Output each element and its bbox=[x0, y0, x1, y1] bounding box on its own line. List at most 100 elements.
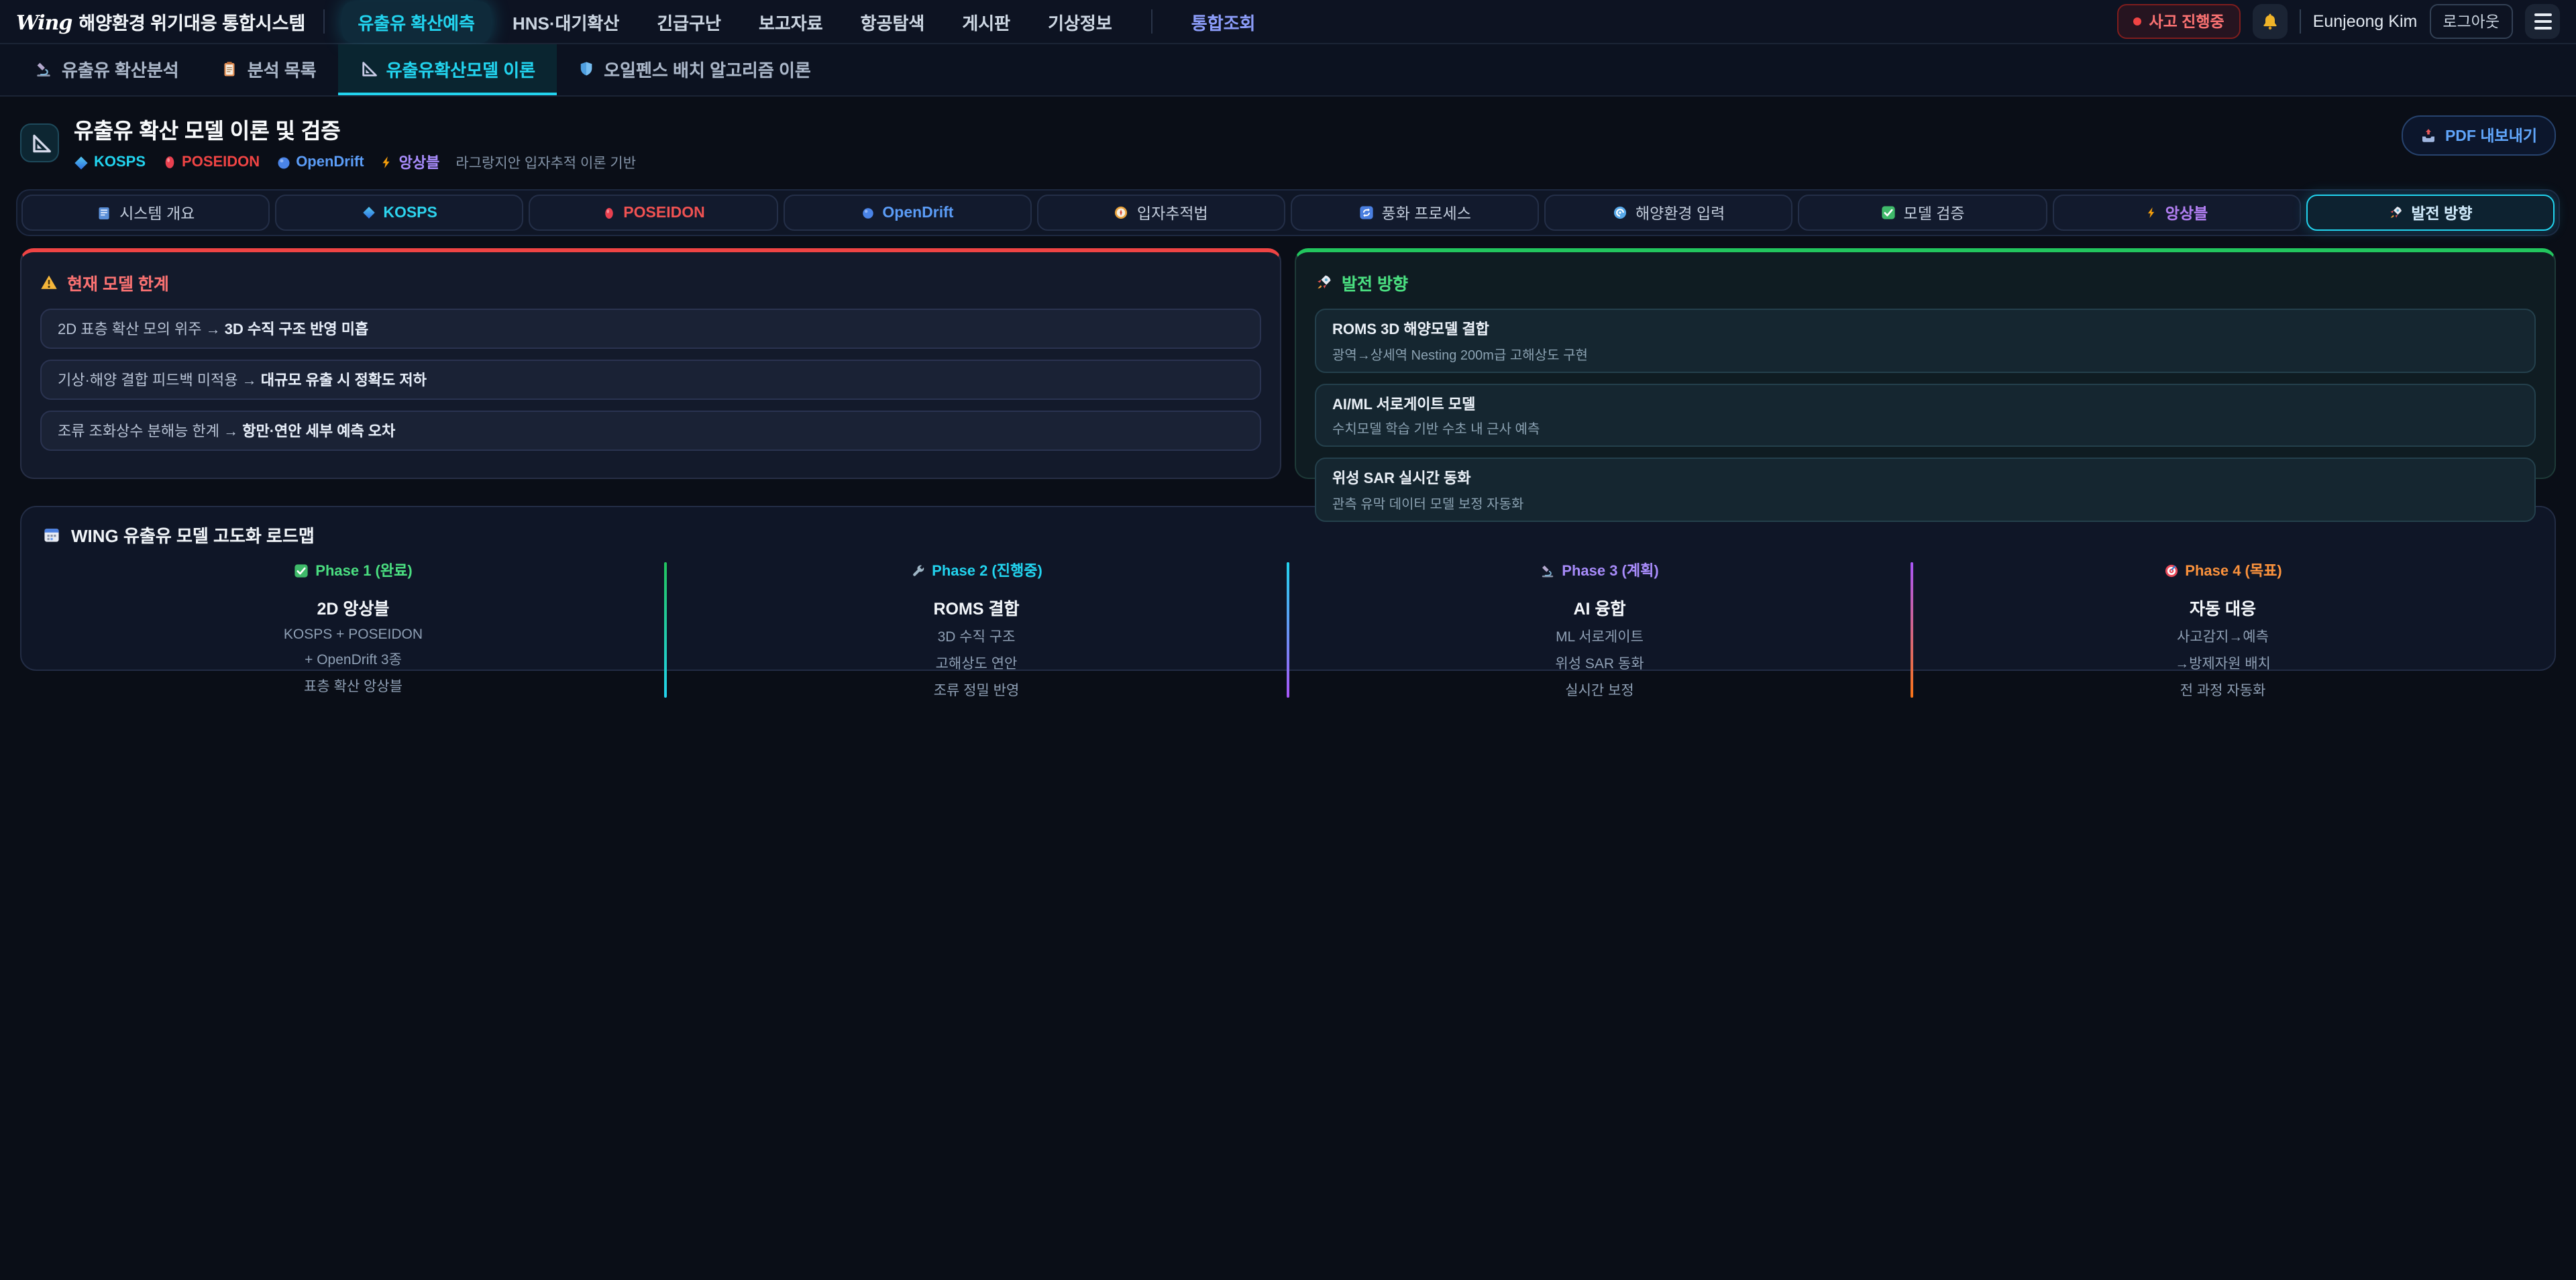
section-tab-label: 발전 방향 bbox=[2411, 202, 2472, 223]
page-icon-box bbox=[20, 123, 59, 162]
future-item-desc: 광역→상세역 Nesting 200m급 고해상도 구현 bbox=[1332, 343, 2518, 363]
hamburger-menu-button[interactable] bbox=[2525, 4, 2560, 39]
wrench-icon bbox=[910, 563, 925, 578]
section-tab-bar: 시스템 개요 KOSPS POSEIDON OpenDrift 입자추적법 bbox=[16, 189, 2560, 236]
future-item-title: ROMS 3D 해양모델 결합 bbox=[1332, 318, 2518, 339]
model-badges: KOSPS POSEIDON OpenDrift 앙상블 라그랑지안 입자추적 … bbox=[74, 152, 636, 173]
section-tab-label: 풍화 프로세스 bbox=[1382, 202, 1471, 223]
subtab-analysis-list[interactable]: 분석 목록 bbox=[201, 44, 338, 95]
section-tab-label: POSEIDON bbox=[623, 205, 704, 221]
phase-line: ML 서로게이트 bbox=[1289, 626, 1910, 646]
nav-tab-emergency-rescue[interactable]: 긴급구난 bbox=[641, 1, 737, 42]
pdf-export-label: PDF 내보내기 bbox=[2445, 125, 2537, 146]
circle-icon bbox=[861, 206, 874, 219]
section-tab-particle-tracking[interactable]: 입자추적법 bbox=[1037, 195, 1285, 231]
app-logo: Wing 해양환경 위기대응 통합시스템 bbox=[16, 8, 305, 35]
nav-divider bbox=[323, 9, 324, 34]
section-tab-marine-env-input[interactable]: 해양환경 입력 bbox=[1544, 195, 1792, 231]
pdf-export-button[interactable]: PDF 내보내기 bbox=[2402, 115, 2556, 156]
main-nav-tabs: 유출유 확산예측 HNS·대기확산 긴급구난 보고자료 항공탐색 게시판 기상정… bbox=[341, 1, 1271, 42]
section-tab-ensemble[interactable]: 앙상블 bbox=[2052, 195, 2300, 231]
phase-line: 실시간 보정 bbox=[1289, 680, 1910, 700]
incident-badge-label: 사고 진행중 bbox=[2149, 11, 2224, 32]
subtab-oil-spill-analysis[interactable]: 유출유 확산분석 bbox=[13, 44, 201, 95]
roadmap-phase-1: Phase 1 (완료) 2D 앙상블 KOSPS + POSEIDON + O… bbox=[43, 559, 663, 700]
future-item: AI/ML 서로게이트 모델 수치모델 학습 기반 수초 내 근사 예측 bbox=[1315, 383, 2536, 447]
rocket-icon bbox=[2388, 205, 2403, 220]
phase-line: 위성 SAR 동화 bbox=[1289, 653, 1910, 673]
phase-line: 3D 수직 구조 bbox=[666, 626, 1287, 646]
check-icon bbox=[294, 563, 309, 578]
sub-tab-bar: 유출유 확산분석 분석 목록 유출유확산모델 이론 오일펜스 배치 알고리즘 이… bbox=[0, 44, 2576, 97]
ellipse-icon bbox=[162, 154, 176, 170]
page-title: 유출유 확산 모델 이론 및 검증 bbox=[74, 113, 636, 145]
future-item: ROMS 3D 해양모델 결합 광역→상세역 Nesting 200m급 고해상… bbox=[1315, 309, 2536, 372]
roadmap-phase-2: Phase 2 (진행중) ROMS 결합 3D 수직 구조 고해상도 연안 조… bbox=[666, 559, 1287, 700]
section-tab-label: 모델 검증 bbox=[1904, 202, 1965, 223]
rocket-icon bbox=[1315, 274, 1332, 291]
roadmap-panel: WING 유출유 모델 고도화 로드맵 Phase 1 (완료) 2D 앙상블 … bbox=[20, 506, 2556, 671]
nav-tab-oil-spill-prediction[interactable]: 유출유 확산예측 bbox=[341, 1, 491, 42]
theory-note: 라그랑지안 입자추적 이론 기반 bbox=[455, 152, 636, 172]
nav-tab-hns-air-diffusion[interactable]: HNS·대기확산 bbox=[496, 1, 635, 42]
calendar-icon bbox=[43, 526, 60, 543]
phase-line: 조류 정밀 반영 bbox=[666, 680, 1287, 700]
nav-tab-weather-info[interactable]: 기상정보 bbox=[1032, 1, 1128, 42]
logout-button[interactable]: 로그아웃 bbox=[2429, 4, 2513, 39]
nav-tab-integrated-search[interactable]: 통합조회 bbox=[1175, 1, 1272, 42]
target-icon bbox=[2163, 563, 2178, 578]
section-tab-label: 입자추적법 bbox=[1137, 202, 1208, 223]
section-tab-label: 앙상블 bbox=[2165, 202, 2208, 223]
nav-divider bbox=[2300, 9, 2301, 34]
future-item-desc: 수치모델 학습 기반 수초 내 근사 예측 bbox=[1332, 417, 2518, 437]
subtab-label: 유출유 확산분석 bbox=[62, 56, 179, 81]
subtab-label: 오일펜스 배치 알고리즘 이론 bbox=[604, 56, 811, 81]
section-tab-weathering-process[interactable]: 풍화 프로세스 bbox=[1291, 195, 1539, 231]
section-tab-opendrift[interactable]: OpenDrift bbox=[783, 195, 1031, 231]
nav-tab-aerial-search[interactable]: 항공탐색 bbox=[845, 1, 941, 42]
check-icon bbox=[1881, 205, 1896, 220]
badge-opendrift: OpenDrift bbox=[276, 154, 364, 170]
future-panel-title: 발전 방향 bbox=[1315, 270, 2536, 295]
roadmap-phase-4: Phase 4 (목표) 자동 대응 사고감지→예측 →방제자원 배치 전 과정… bbox=[1913, 559, 2533, 700]
user-name: Eunjeong Kim bbox=[2313, 12, 2418, 31]
nav-tab-board[interactable]: 게시판 bbox=[946, 1, 1026, 42]
notification-bell-button[interactable] bbox=[2253, 4, 2288, 39]
circle-icon bbox=[276, 155, 290, 170]
phase-line: 표층 확산 앙상블 bbox=[43, 676, 663, 696]
phase-2-title: ROMS 결합 bbox=[666, 594, 1287, 619]
triangle-ruler-icon bbox=[29, 132, 50, 154]
roadmap-phases: Phase 1 (완료) 2D 앙상블 KOSPS + POSEIDON + O… bbox=[43, 559, 2533, 700]
export-tray-icon bbox=[2421, 127, 2437, 144]
section-tab-model-validation[interactable]: 모델 검증 bbox=[1799, 195, 2047, 231]
incident-in-progress-badge[interactable]: 사고 진행중 bbox=[2116, 4, 2240, 39]
top-nav-right: 사고 진행중 Eunjeong Kim 로그아웃 bbox=[2116, 4, 2560, 39]
diamond-icon bbox=[74, 155, 89, 170]
lightning-icon bbox=[2145, 205, 2157, 220]
future-item-title: 위성 SAR 실시간 동화 bbox=[1332, 467, 2518, 488]
nav-tab-reports[interactable]: 보고자료 bbox=[743, 1, 839, 42]
current-model-limits-panel: 현재 모델 한계 2D 표층 확산 모의 위주 → 3D 수직 구조 반영 미흡… bbox=[20, 248, 1281, 479]
future-item-title: AI/ML 서로게이트 모델 bbox=[1332, 392, 2518, 414]
roadmap-title: WING 유출유 모델 고도화 로드맵 bbox=[43, 522, 2533, 547]
logo-wing-icon: Wing bbox=[16, 11, 72, 35]
subtab-oil-fence-algorithm-theory[interactable]: 오일펜스 배치 알고리즘 이론 bbox=[557, 44, 833, 95]
bell-icon bbox=[2261, 12, 2279, 31]
subtab-spill-model-theory[interactable]: 유출유확산모델 이론 bbox=[338, 44, 557, 95]
phase-line: KOSPS + POSEIDON bbox=[43, 626, 663, 642]
section-tab-future-direction[interactable]: 발전 방향 bbox=[2306, 195, 2555, 231]
lightning-icon bbox=[380, 154, 394, 170]
cyclone-icon bbox=[1613, 205, 1627, 220]
microscope-icon bbox=[35, 60, 52, 77]
phase-4-badge: Phase 4 (목표) bbox=[2163, 559, 2282, 581]
page-header: 유출유 확산 모델 이론 및 검증 KOSPS POSEIDON OpenDri… bbox=[0, 97, 2576, 186]
shield-icon bbox=[578, 60, 594, 77]
section-tab-kosps[interactable]: KOSPS bbox=[275, 195, 523, 231]
limit-item: 조류 조화상수 분해능 한계 → 항만·연안 세부 예측 오차 bbox=[40, 411, 1261, 451]
diamond-icon bbox=[362, 205, 375, 220]
section-tab-system-overview[interactable]: 시스템 개요 bbox=[21, 195, 270, 231]
warning-icon bbox=[40, 274, 58, 291]
phase-line: 전 과정 자동화 bbox=[1913, 680, 2533, 700]
section-tab-poseidon[interactable]: POSEIDON bbox=[529, 195, 777, 231]
hamburger-menu-icon bbox=[2534, 13, 2551, 30]
